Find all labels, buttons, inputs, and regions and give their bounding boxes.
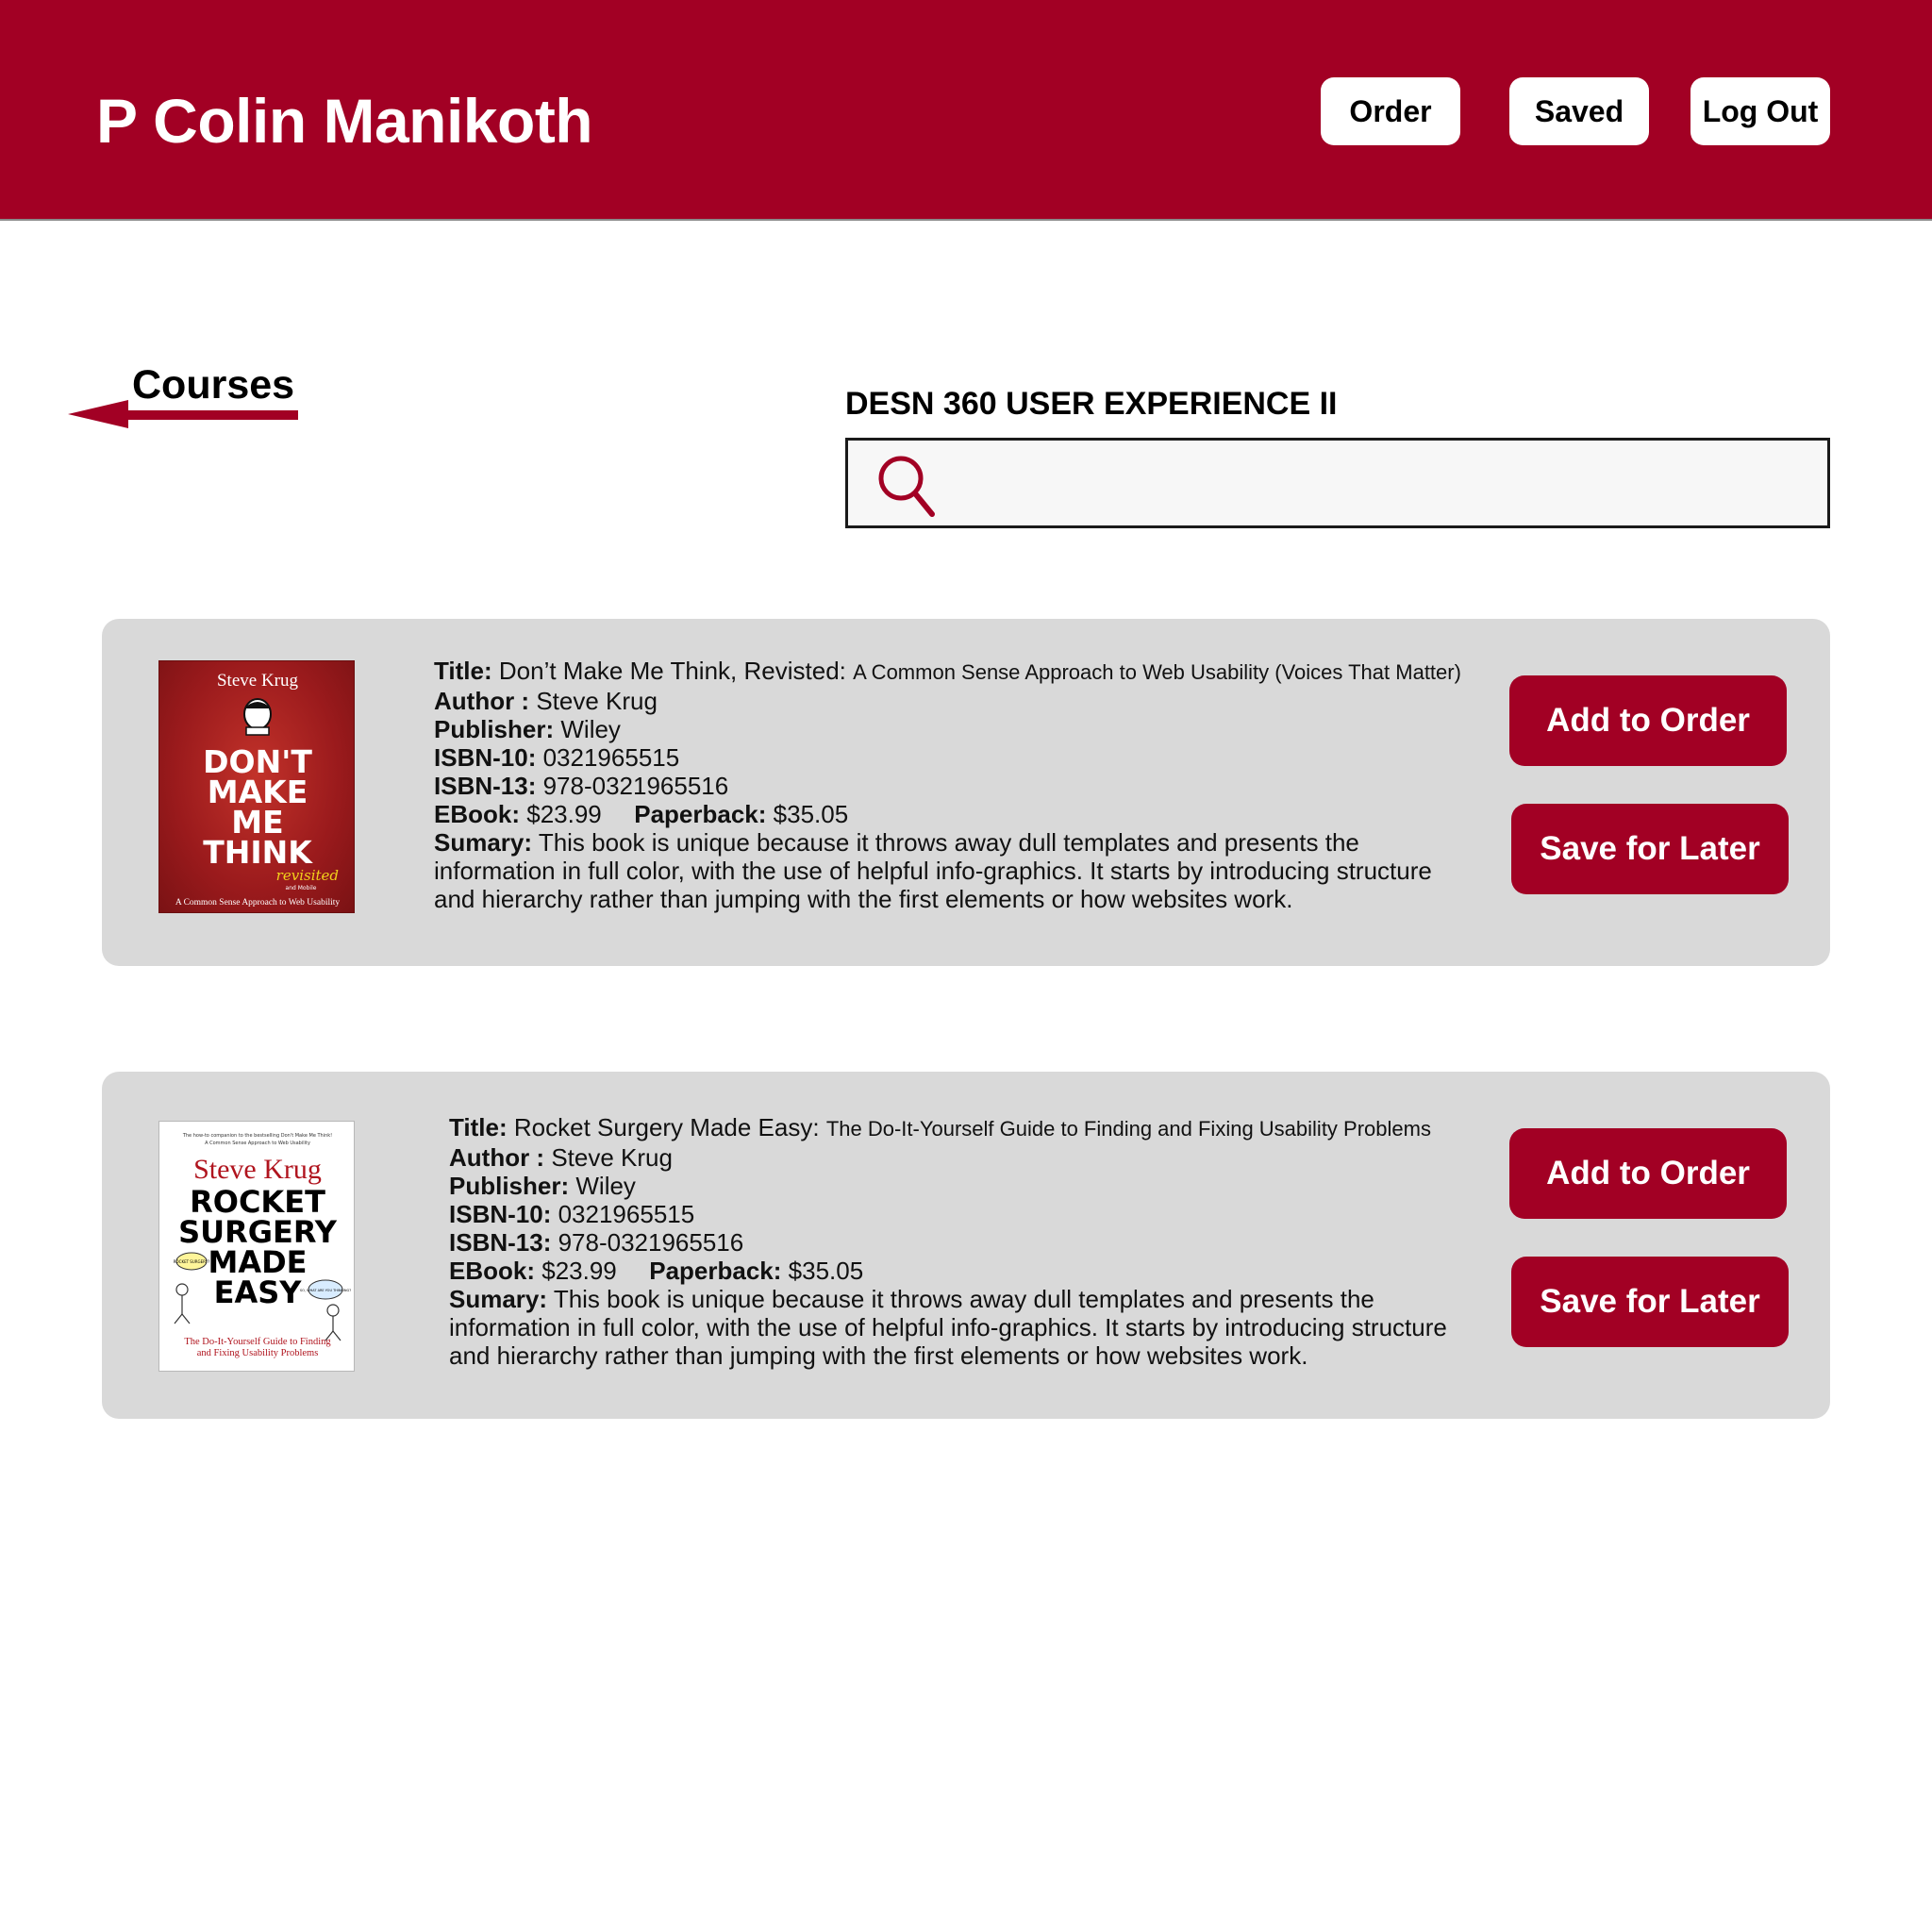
logout-nav-button[interactable]: Log Out [1690, 77, 1830, 145]
paperback-price: $35.05 [773, 800, 849, 828]
author-row: Author : Steve Krug [434, 687, 1472, 715]
svg-text:The Do-It-Yourself Guide to Fi: The Do-It-Yourself Guide to Finding [184, 1337, 331, 1347]
search-input[interactable] [952, 452, 1805, 516]
isbn13-row: ISBN-13: 978-0321965516 [434, 772, 1472, 800]
isbn13-value: 978-0321965516 [542, 772, 729, 800]
back-to-courses-link[interactable]: Courses [68, 360, 313, 436]
paperback-label: Paperback: [634, 800, 767, 828]
book-details: Title: Don’t Make Me Think, Revisted: A … [434, 657, 1472, 913]
isbn13-label: ISBN-13: [449, 1228, 552, 1257]
isbn10-value: 0321965515 [558, 1200, 695, 1228]
ebook-label: EBook: [449, 1257, 535, 1285]
book-card: The how-to companion to the bestselling … [102, 1072, 1830, 1419]
search-icon [878, 456, 935, 517]
svg-text:A Common Sense Approach to Web: A Common Sense Approach to Web Usability [175, 898, 341, 908]
price-row: EBook: $23.99 Paperback: $35.05 [434, 800, 1472, 828]
book-title-row: Title: Don’t Make Me Think, Revisted: A … [434, 657, 1472, 687]
svg-text:EASY: EASY [214, 1274, 303, 1310]
title-main: Don’t Make Me Think, Revisted: [498, 657, 846, 685]
title-subtitle: The Do-It-Yourself Guide to Finding and … [825, 1117, 1431, 1141]
add-to-order-button[interactable]: Add to Order [1509, 675, 1787, 766]
summary-text: This book is unique because it throws aw… [434, 828, 1432, 913]
summary-label: Sumary: [449, 1285, 548, 1313]
publisher-row: Publisher: Wiley [434, 715, 1472, 743]
add-to-order-button[interactable]: Add to Order [1509, 1128, 1787, 1219]
svg-text:SO, WHAT ARE YOU THINKING?: SO, WHAT ARE YOU THINKING? [300, 1289, 351, 1292]
back-arrow-icon [68, 400, 298, 428]
summary-label: Sumary: [434, 828, 533, 857]
ebook-price: $23.99 [541, 1257, 617, 1285]
isbn10-label: ISBN-10: [434, 743, 537, 772]
book-cover-image: Steve Krug DON'T MAKE ME THINK revisited… [158, 660, 355, 913]
author-value: Steve Krug [551, 1143, 673, 1172]
course-title: DESN 360 USER EXPERIENCE II [845, 386, 1338, 422]
isbn13-value: 978-0321965516 [558, 1228, 744, 1257]
author-value: Steve Krug [536, 687, 658, 715]
summary-text: This book is unique because it throws aw… [449, 1285, 1447, 1370]
isbn10-label: ISBN-10: [449, 1200, 552, 1228]
price-row: EBook: $23.99 Paperback: $35.05 [449, 1257, 1487, 1285]
save-for-later-button[interactable]: Save for Later [1511, 1257, 1789, 1347]
svg-text:ROCKET SURGERY?: ROCKET SURGERY? [174, 1259, 210, 1264]
book-card: Steve Krug DON'T MAKE ME THINK revisited… [102, 619, 1830, 966]
isbn13-row: ISBN-13: 978-0321965516 [449, 1228, 1487, 1257]
isbn10-row: ISBN-10: 0321965515 [434, 743, 1472, 772]
isbn10-row: ISBN-10: 0321965515 [449, 1200, 1487, 1228]
ebook-price: $23.99 [526, 800, 602, 828]
title-subtitle: A Common Sense Approach to Web Usability… [853, 660, 1461, 684]
svg-text:and Mobile: and Mobile [286, 885, 317, 891]
svg-text:and Fixing Usability Problems: and Fixing Usability Problems [197, 1348, 319, 1358]
publisher-label: Publisher: [434, 715, 555, 743]
summary-row: Sumary: This book is unique because it t… [434, 828, 1472, 913]
author-row: Author : Steve Krug [449, 1143, 1487, 1172]
book-details: Title: Rocket Surgery Made Easy: The Do-… [449, 1113, 1487, 1370]
author-label: Author : [449, 1143, 545, 1172]
svg-text:Steve Krug: Steve Krug [193, 1154, 322, 1185]
title-label: Title: [449, 1113, 508, 1141]
isbn13-label: ISBN-13: [434, 772, 537, 800]
svg-text:A Common Sense Approach to Web: A Common Sense Approach to Web Usability [205, 1141, 310, 1146]
svg-text:The how-to companion to the be: The how-to companion to the bestselling … [182, 1133, 332, 1139]
saved-nav-button[interactable]: Saved [1509, 77, 1649, 145]
book-cover-image: The how-to companion to the bestselling … [158, 1121, 355, 1372]
ebook-label: EBook: [434, 800, 520, 828]
summary-row: Sumary: This book is unique because it t… [449, 1285, 1487, 1370]
title-label: Title: [434, 657, 492, 685]
search-box[interactable] [845, 438, 1830, 528]
cover-art: Steve Krug DON'T MAKE ME THINK revisited… [175, 671, 341, 908]
svg-text:Steve Krug: Steve Krug [217, 671, 299, 691]
top-header: P Colin Manikoth Order Saved Log Out [0, 0, 1932, 221]
cover-art: The how-to companion to the bestselling … [174, 1133, 351, 1358]
paperback-price: $35.05 [788, 1257, 864, 1285]
publisher-row: Publisher: Wiley [449, 1172, 1487, 1200]
order-nav-button[interactable]: Order [1321, 77, 1460, 145]
svg-text:revisited: revisited [276, 867, 339, 884]
publisher-value: Wiley [575, 1172, 636, 1200]
svg-text:THINK: THINK [203, 834, 313, 871]
publisher-label: Publisher: [449, 1172, 570, 1200]
title-main: Rocket Surgery Made Easy: [513, 1113, 820, 1141]
save-for-later-button[interactable]: Save for Later [1511, 804, 1789, 894]
isbn10-value: 0321965515 [542, 743, 680, 772]
book-title-row: Title: Rocket Surgery Made Easy: The Do-… [449, 1113, 1487, 1143]
user-name-title: P Colin Manikoth [96, 86, 593, 156]
author-label: Author : [434, 687, 530, 715]
paperback-label: Paperback: [649, 1257, 782, 1285]
publisher-value: Wiley [560, 715, 621, 743]
